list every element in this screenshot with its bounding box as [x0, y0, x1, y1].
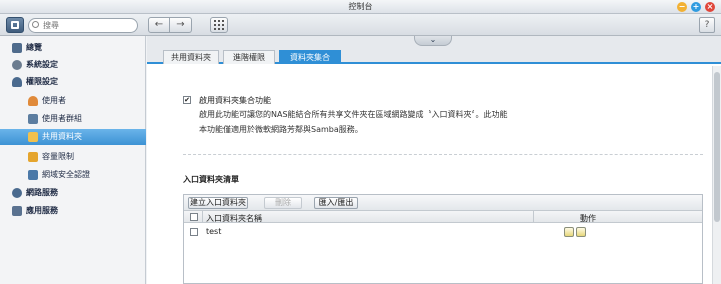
close-button[interactable]: × [705, 2, 715, 12]
select-all-checkbox[interactable] [190, 213, 198, 221]
window-title: 控制台 [348, 2, 373, 11]
tab-bar: ⌄ 共用資料夾 進階權限 資料夾集合 [147, 36, 721, 64]
chevron-down-icon: ⌄ [429, 35, 437, 44]
search-icon [32, 21, 39, 28]
sidebar-item-users[interactable]: 使用者 [0, 93, 146, 109]
table-row[interactable]: test [184, 224, 702, 240]
group-icon [28, 114, 38, 124]
app-icon [12, 206, 22, 216]
title-bar: 控制台 − + × [0, 0, 721, 14]
vertical-scrollbar[interactable] [712, 66, 721, 284]
delete-button[interactable]: 刪除 [264, 197, 302, 209]
domain-icon [28, 170, 38, 180]
forward-arrow-icon: → [176, 19, 185, 30]
grid-icon [214, 20, 224, 30]
sidebar-item-label: 系統設定 [26, 60, 58, 69]
scrollbar-thumb[interactable] [714, 72, 720, 222]
sidebar-item-overview[interactable]: 總覽 [0, 40, 146, 56]
sidebar-item-label: 網域安全認證 [42, 170, 90, 179]
person-icon [28, 96, 38, 106]
column-separator [533, 211, 534, 223]
table-toolbar: 建立入口資料夾 刪除 匯入/匯出 [184, 195, 702, 211]
sidebar-item-privilege-settings[interactable]: 權限設定 [0, 74, 146, 90]
portal-folder-table: 建立入口資料夾 刪除 匯入/匯出 入口資料夾名稱 動作 test [183, 194, 703, 284]
create-portal-folder-button[interactable]: 建立入口資料夾 [188, 197, 248, 209]
forward-button[interactable]: → [170, 17, 192, 33]
sidebar-item-label: 共用資料夾 [42, 132, 82, 141]
sidebar-item-label: 權限設定 [26, 77, 58, 86]
search-input[interactable] [28, 18, 138, 33]
maximize-button[interactable]: + [691, 2, 701, 12]
sidebar-item-label: 總覽 [26, 43, 42, 52]
globe-icon [12, 188, 22, 198]
help-button[interactable]: ? [699, 17, 715, 33]
section-divider [183, 154, 703, 155]
enable-aggregation-checkbox[interactable]: ✔ [183, 96, 191, 104]
home-icon [11, 21, 19, 29]
folder-icon [28, 132, 38, 142]
tab-folder-aggregation[interactable]: 資料夾集合 [279, 50, 341, 64]
tab-advanced-permissions[interactable]: 進階權限 [223, 50, 275, 64]
sidebar-item-domain-security[interactable]: 網域安全認證 [0, 167, 146, 183]
portal-folder-name: test [206, 227, 222, 236]
sidebar-item-shared-folders[interactable]: 共用資料夾 [0, 129, 146, 145]
description-line-2: 本功能僅適用於微軟網路芳鄰與Samba服務。 [199, 125, 363, 134]
overview-icon [12, 43, 22, 53]
sidebar-item-quota[interactable]: 容量限制 [0, 149, 146, 165]
sidebar-item-applications[interactable]: 應用服務 [0, 203, 146, 219]
minimize-button[interactable]: − [677, 2, 687, 12]
gear-icon [12, 60, 22, 70]
home-button[interactable] [6, 17, 24, 33]
quota-icon [28, 152, 38, 162]
window-controls: − + × [677, 2, 715, 12]
description-line-1: 啟用此功能可讓您的NAS能結合所有共享文件夾在區域網路變成〝入口資料夾〞。此功能 [199, 110, 508, 119]
column-separator [202, 211, 203, 223]
back-button[interactable]: ← [148, 17, 170, 33]
sidebar-item-label: 使用者群組 [42, 114, 82, 123]
collapse-toggle[interactable]: ⌄ [414, 36, 452, 46]
sidebar-item-label: 容量限制 [42, 152, 74, 161]
sidebar-item-label: 應用服務 [26, 206, 58, 215]
sidebar-item-user-groups[interactable]: 使用者群組 [0, 111, 146, 127]
edit-icon[interactable] [564, 227, 574, 237]
sidebar-item-system-settings[interactable]: 系統設定 [0, 57, 146, 73]
column-header-name[interactable]: 入口資料夾名稱 [206, 213, 262, 224]
toolbar: ← → ? [0, 14, 721, 36]
table-header: 入口資料夾名稱 動作 [184, 211, 702, 223]
sidebar-item-label: 網路服務 [26, 188, 58, 197]
back-arrow-icon: ← [154, 19, 164, 30]
enable-aggregation-label: 啟用資料夾集合功能 [199, 96, 271, 105]
apps-button[interactable] [210, 17, 228, 33]
portal-list-title: 入口資料夾清單 [183, 175, 239, 184]
column-header-action: 動作 [580, 214, 596, 223]
import-export-button[interactable]: 匯入/匯出 [314, 197, 358, 209]
tab-shared-folders[interactable]: 共用資料夾 [163, 50, 219, 64]
sidebar-item-label: 使用者 [42, 96, 66, 105]
user-icon [12, 77, 22, 87]
sidebar-item-network-services[interactable]: 網路服務 [0, 185, 146, 201]
main-panel: ⌄ 共用資料夾 進階權限 資料夾集合 ✔ 啟用資料夾集合功能 啟用此功能可讓您的… [147, 36, 721, 284]
row-checkbox[interactable] [190, 228, 198, 236]
properties-icon[interactable] [576, 227, 586, 237]
sidebar: 總覽 系統設定 權限設定 使用者 使用者群組 共用資料夾 容量限制 網域安全認證… [0, 36, 146, 284]
